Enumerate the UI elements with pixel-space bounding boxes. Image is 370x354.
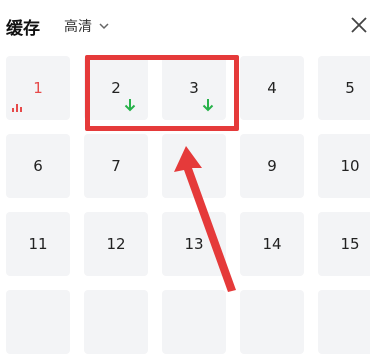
annotation-arrow: [174, 146, 236, 292]
